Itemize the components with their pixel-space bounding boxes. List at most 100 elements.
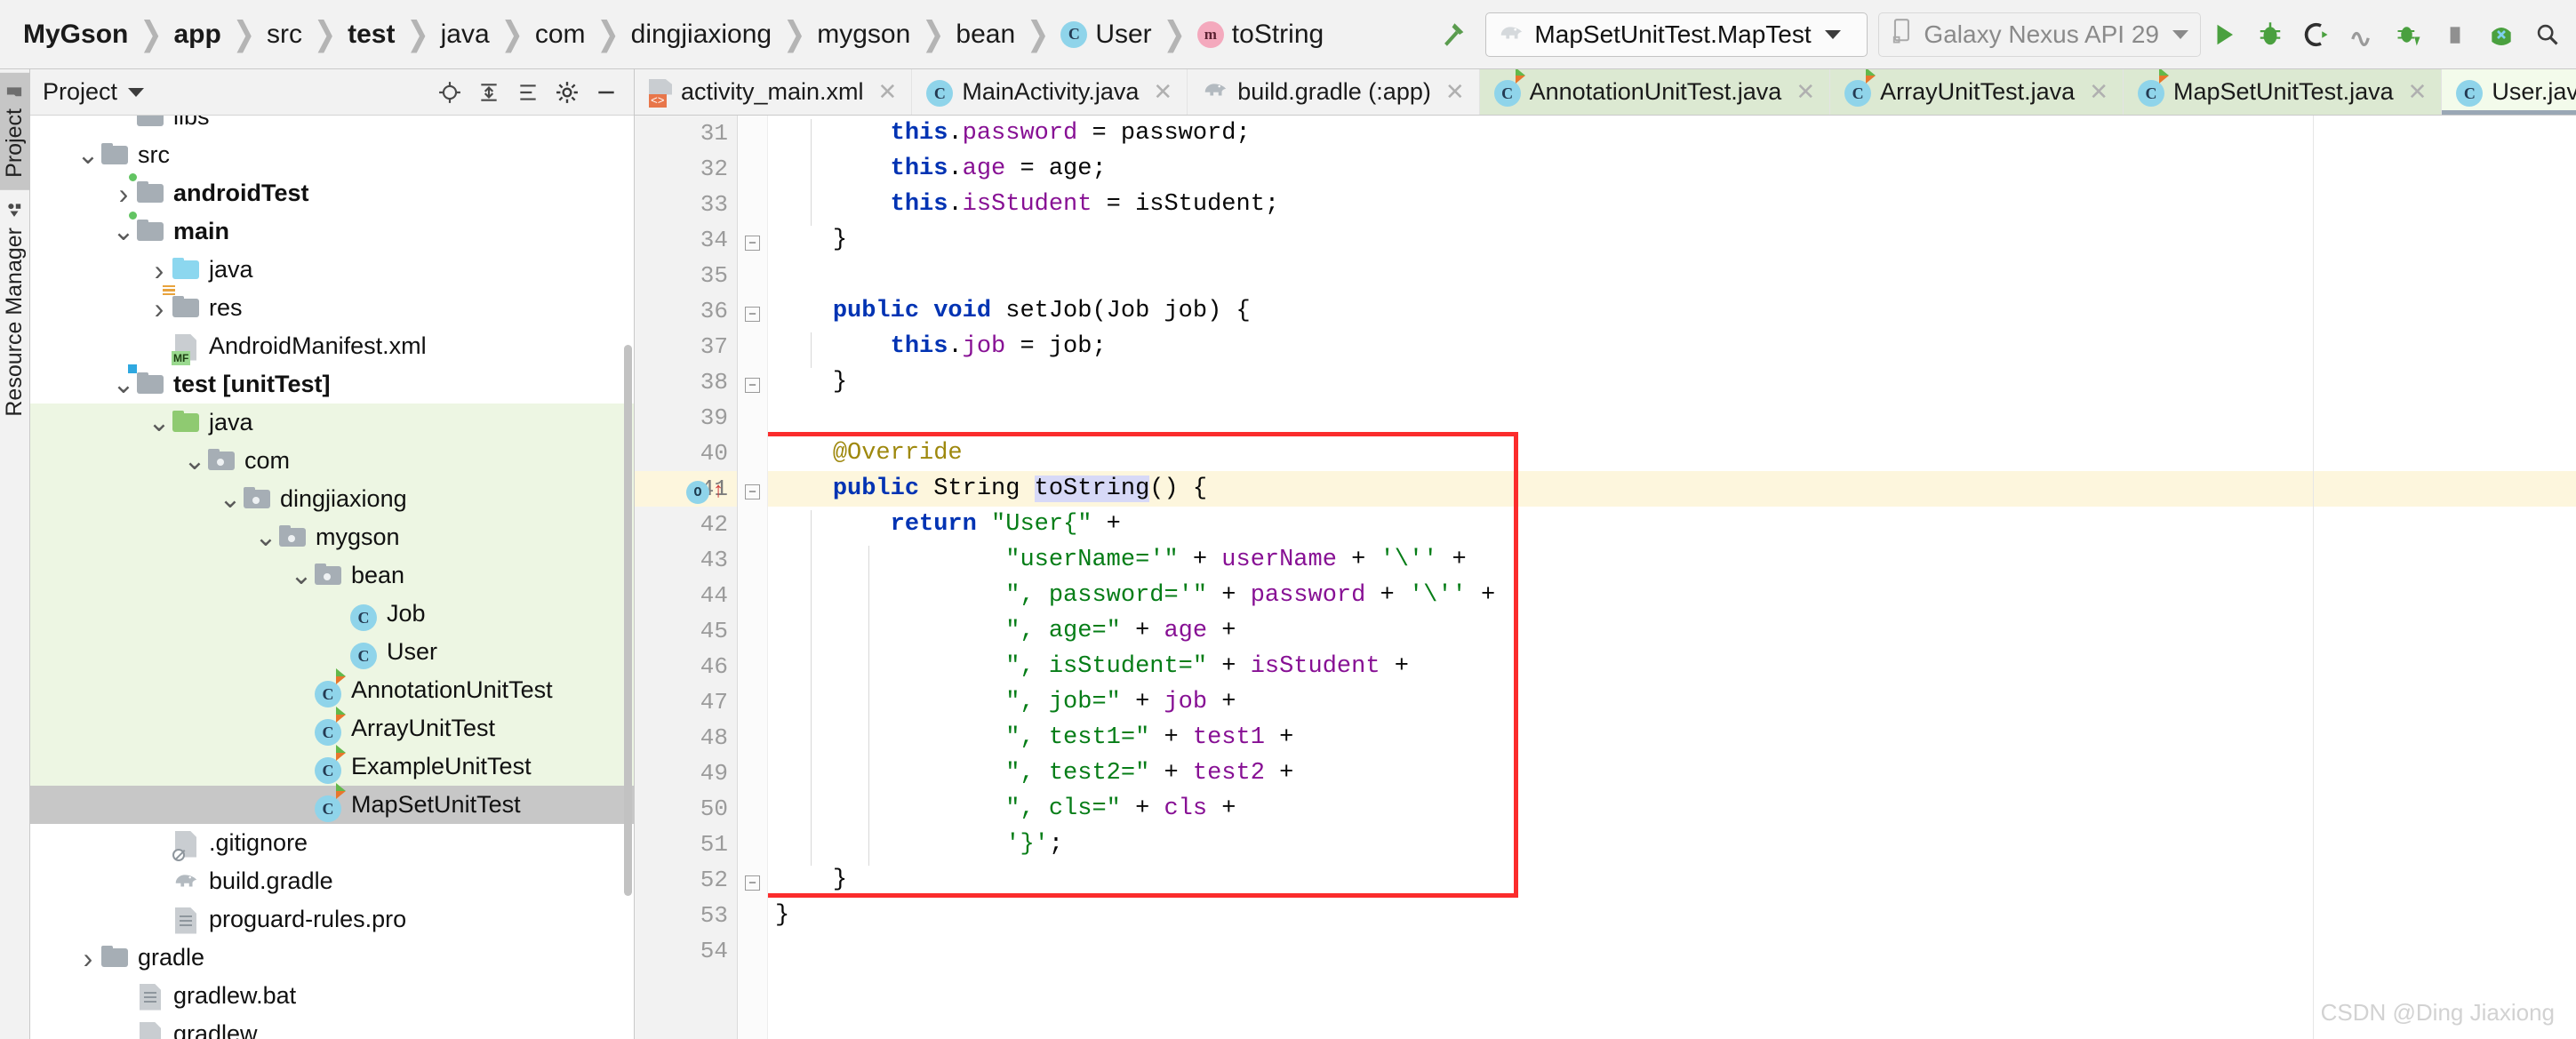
code-line[interactable]: return "User{" + <box>768 507 2576 542</box>
tree-item-build-gradle[interactable]: build.gradle <box>30 862 634 900</box>
code-line[interactable]: } <box>768 862 2576 898</box>
fold-marker[interactable]: − <box>745 307 760 322</box>
breadcrumb-item-user[interactable]: C User <box>1060 20 1152 50</box>
breadcrumb-item-src[interactable]: src <box>267 20 302 50</box>
tree-item--gitignore[interactable]: .gitignore <box>30 824 634 862</box>
code-line[interactable]: ", job=" + job + <box>768 684 2576 720</box>
tab-mapsetunittest-java[interactable]: C MapSetUnitTest.java ✕ <box>2123 69 2443 115</box>
line-number[interactable]: 37 <box>635 329 737 364</box>
line-number[interactable]: 53 <box>635 898 737 933</box>
tree-item-androidmanifest-xml[interactable]: MF AndroidManifest.xml <box>30 327 634 365</box>
line-number[interactable]: 49 <box>635 755 737 791</box>
line-number-gutter[interactable]: 31 32 33 34 35 36 37 38 39 40 41 O ↑ 42 43 44 45 46 47 48 49… <box>635 116 738 1039</box>
minus-icon[interactable] <box>588 74 625 111</box>
line-number[interactable]: 42 <box>635 507 737 542</box>
expand-icon[interactable] <box>470 74 508 111</box>
tree-item-mygson[interactable]: ⌄ mygson <box>30 518 634 556</box>
tree-item-user[interactable]: C User <box>30 633 634 671</box>
chevron-down-icon[interactable]: ⌄ <box>110 371 137 397</box>
code-line[interactable]: ", cls=" + cls + <box>768 791 2576 827</box>
tab-build-gradle-app-[interactable]: build.gradle (:app) ✕ <box>1188 69 1480 115</box>
tree-item-bean[interactable]: ⌄ bean <box>30 556 634 595</box>
tree-item-java[interactable]: › java <box>30 251 634 289</box>
code-line[interactable]: ", age=" + age + <box>768 613 2576 649</box>
code-line[interactable]: ", test2=" + test2 + <box>768 755 2576 791</box>
chevron-down-icon[interactable] <box>1824 29 1841 39</box>
tree-item-gradlew[interactable]: C++ gradlew <box>30 1015 634 1039</box>
debug-button[interactable] <box>2247 12 2293 58</box>
tree-item-main[interactable]: ⌄ main <box>30 210 634 251</box>
close-icon[interactable]: ✕ <box>878 78 898 106</box>
chevron-down-icon[interactable]: ⌄ <box>146 409 172 436</box>
chevron-right-icon[interactable]: › <box>75 944 101 972</box>
line-number[interactable]: 45 <box>635 613 737 649</box>
tree-item-job[interactable]: C Job <box>30 595 634 633</box>
tab-user-java[interactable]: CUser.java✕ <box>2442 69 2576 115</box>
stop-button[interactable] <box>2432 12 2478 58</box>
run-button[interactable] <box>2201 12 2247 58</box>
code-view[interactable]: CSDN @Ding Jiaxiong this. password = pass… <box>768 116 2576 1039</box>
sidebar-item-project[interactable]: Project <box>0 73 30 190</box>
line-number[interactable]: 38 <box>635 364 737 400</box>
chevron-down-icon[interactable]: ⌄ <box>110 218 137 244</box>
tree-item-annotationunittest[interactable]: C AnnotationUnitTest <box>30 668 634 709</box>
code-line[interactable]: public void setJob(Job job) { <box>768 293 2576 329</box>
tree-item-arrayunittest[interactable]: C ArrayUnitTest <box>30 707 634 747</box>
breadcrumb-item-app[interactable]: app <box>174 20 221 50</box>
sidebar-item-resource-manager[interactable]: Resource Manager <box>0 190 30 429</box>
line-number[interactable]: 32 <box>635 151 737 187</box>
code-line[interactable]: "userName='" + userName + '\'' + <box>768 542 2576 578</box>
fold-marker[interactable]: − <box>745 236 760 251</box>
line-number[interactable]: 39 <box>635 400 737 436</box>
line-number[interactable]: 47 <box>635 684 737 720</box>
close-icon[interactable]: ✕ <box>1445 78 1465 106</box>
code-line[interactable]: ", test1=" + test1 + <box>768 720 2576 755</box>
attach-debugger-button[interactable] <box>2386 12 2432 58</box>
line-number[interactable]: 33 <box>635 187 737 222</box>
gear-icon[interactable] <box>548 74 586 111</box>
breadcrumb[interactable]: MyGson ❯ app ❯ src ❯ test ❯ java ❯ com ❯ dingjiaxion… <box>23 16 1324 52</box>
line-number[interactable]: 54 <box>635 933 737 969</box>
code-line[interactable] <box>768 933 2576 969</box>
tree-item-mapsetunittest[interactable]: C MapSetUnitTest <box>30 783 634 824</box>
project-tree[interactable]: libs ⌄ src › androidTest ⌄ main › java › res MF Andr… <box>30 116 634 1039</box>
code-line[interactable]: this. password = password; <box>768 116 2576 151</box>
code-line[interactable]: this. age = age; <box>768 151 2576 187</box>
chevron-down-icon[interactable]: ⌄ <box>252 523 279 550</box>
breadcrumb-item-tostring[interactable]: m toString <box>1196 20 1324 50</box>
code-line[interactable]: '}'; <box>768 827 2576 862</box>
tree-item-gradle[interactable]: › gradle <box>30 939 634 977</box>
editor-tab-strip[interactable]: activity_main.xml✕CMainActivity.java✕bui… <box>635 69 2576 116</box>
code-line[interactable]: ", isStudent=" + isStudent + <box>768 649 2576 684</box>
run-coverage-button[interactable] <box>2293 12 2340 58</box>
code-line[interactable] <box>768 258 2576 293</box>
line-number[interactable]: 35 <box>635 258 737 293</box>
line-number[interactable]: 31 <box>635 116 737 151</box>
code-line[interactable]: @Override <box>768 436 2576 471</box>
tab-annotationunittest-java[interactable]: C AnnotationUnitTest.java ✕ <box>1479 69 1831 115</box>
project-tree-scrollbar[interactable] <box>624 345 632 896</box>
tree-item-gradlew-bat[interactable]: gradlew.bat <box>30 977 634 1015</box>
project-panel-chevron-down-icon[interactable] <box>128 87 145 97</box>
chevron-down-icon[interactable]: ⌄ <box>288 562 315 588</box>
tree-item-exampleunittest[interactable]: C ExampleUnitTest <box>30 745 634 786</box>
close-icon[interactable]: ✕ <box>2089 78 2108 106</box>
chevron-right-icon[interactable]: › <box>110 180 137 208</box>
android-icon[interactable] <box>2478 12 2524 58</box>
override-icon[interactable]: O <box>686 481 709 504</box>
tree-item-src[interactable]: ⌄ src <box>30 136 634 174</box>
tree-item-java[interactable]: ⌄ java <box>30 404 634 442</box>
code-line[interactable]: } <box>768 364 2576 400</box>
code-line[interactable]: this. job = job; <box>768 329 2576 364</box>
tree-item-res[interactable]: › res <box>30 284 634 327</box>
line-number[interactable]: 50 <box>635 791 737 827</box>
code-line[interactable]: this. isStudent = isStudent; <box>768 187 2576 222</box>
device-chevron-down-icon[interactable] <box>2172 29 2188 39</box>
code-line[interactable]: public String toString() { <box>768 471 2576 507</box>
breadcrumb-item-com[interactable]: com <box>535 20 586 50</box>
line-number[interactable]: 40 <box>635 436 737 471</box>
tree-item-test-unittest-[interactable]: ⌄ test [unitTest] <box>30 363 634 404</box>
tree-item-dingjiaxiong[interactable]: ⌄ dingjiaxiong <box>30 480 634 518</box>
tab-activity-main-xml[interactable]: activity_main.xml ✕ <box>635 69 913 115</box>
fold-marker[interactable]: − <box>745 378 760 393</box>
